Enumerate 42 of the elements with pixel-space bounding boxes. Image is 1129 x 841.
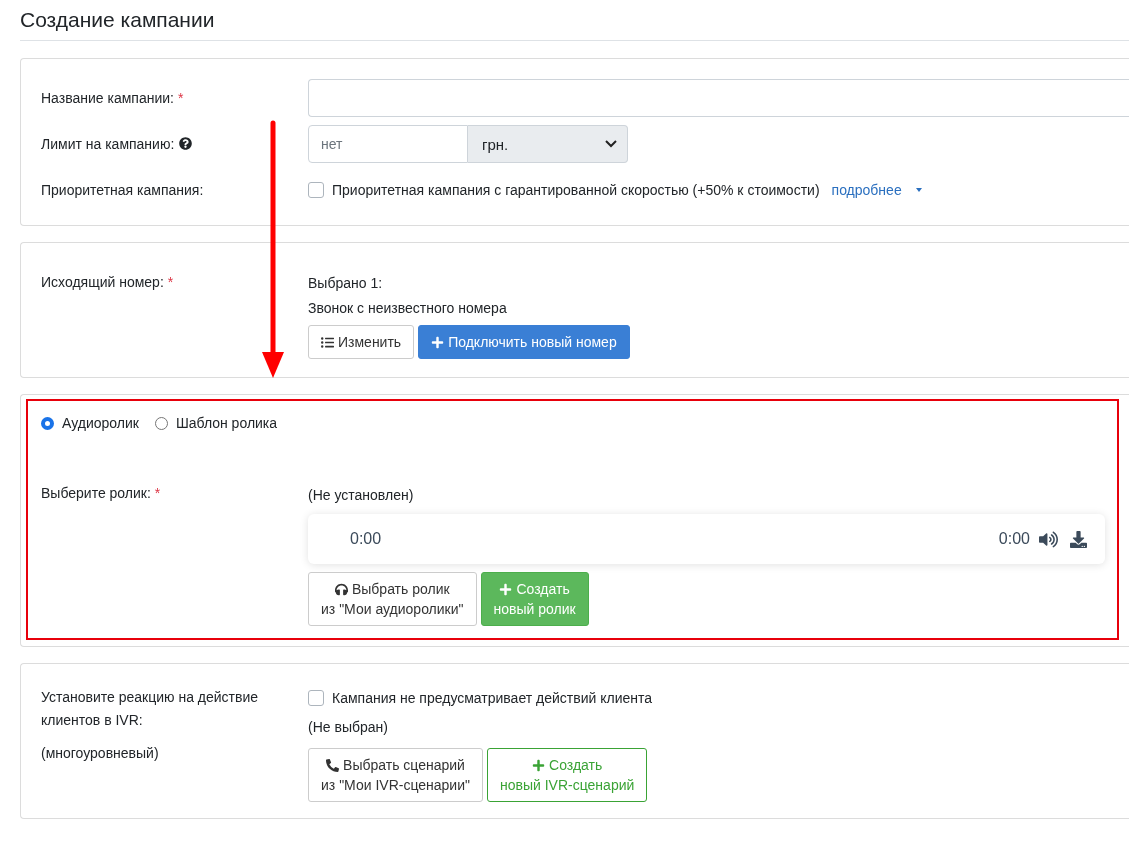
status-text: (Не установлен) — [308, 486, 414, 505]
selected-number: Звонок с неизвестного номера — [308, 299, 507, 318]
chevron-icon — [605, 140, 617, 148]
radio-option[interactable]: Шаблон ролика — [154, 415, 278, 431]
page-title: Создание кампании — [20, 0, 1129, 41]
field-label: Выберите ролик: * — [41, 484, 162, 503]
input-field[interactable]: нет — [308, 125, 468, 163]
plus-icon — [532, 758, 546, 772]
download-icon[interactable] — [1070, 530, 1087, 548]
field-label: Лимит на кампанию: — [41, 125, 308, 154]
radio-button[interactable] — [154, 416, 168, 430]
field-label: Название кампании: * — [41, 89, 185, 108]
duration-time: 0:00 — [998, 530, 1030, 548]
plus-icon — [499, 582, 513, 596]
radio-button[interactable] — [41, 416, 54, 430]
plus-icon — [431, 335, 445, 349]
status-text: (Не выбран) — [308, 718, 388, 737]
list-icon — [321, 335, 334, 349]
action-button[interactable]: Изменить — [308, 325, 415, 359]
more-link[interactable]: подробнее — [831, 182, 902, 198]
action-button[interactable]: Выбрать ролик из "Мои аудиоролики" — [308, 572, 477, 626]
input-field[interactable] — [308, 79, 1129, 117]
checkbox[interactable] — [308, 690, 324, 706]
radio-option[interactable]: Аудиоролик — [41, 415, 139, 431]
selected-count: Выбрано 1: — [308, 274, 383, 293]
action-button[interactable]: Подключить новый номер — [418, 325, 630, 359]
phone-icon — [326, 758, 340, 772]
help-icon[interactable] — [179, 137, 193, 150]
audio-player[interactable]: 0:00 0:00 — [308, 514, 1105, 564]
checkbox-label: Приоритетная кампания с гарантированной скоростью (+50% к стоимости) — [332, 181, 820, 200]
checkbox-label: Кампания не предусматривает действий клиента — [332, 689, 653, 708]
volume-icon[interactable] — [1039, 529, 1058, 549]
caret-icon — [915, 188, 922, 192]
field-label: Приоритетная кампания: — [41, 181, 205, 200]
field-note: (многоуровневый) — [41, 744, 160, 763]
field-label: Исходящий номер: * — [41, 273, 175, 292]
headphones-icon — [334, 582, 348, 596]
current-time: 0:00 — [350, 530, 382, 548]
field-label: Установите реакцию на действие клиентов в IVR: — [41, 688, 260, 730]
currency-select[interactable]: грн. — [468, 125, 628, 163]
checkbox[interactable] — [308, 182, 324, 198]
action-button[interactable]: Выбрать сценарий из "Мои IVR-сценарии" — [308, 748, 483, 802]
